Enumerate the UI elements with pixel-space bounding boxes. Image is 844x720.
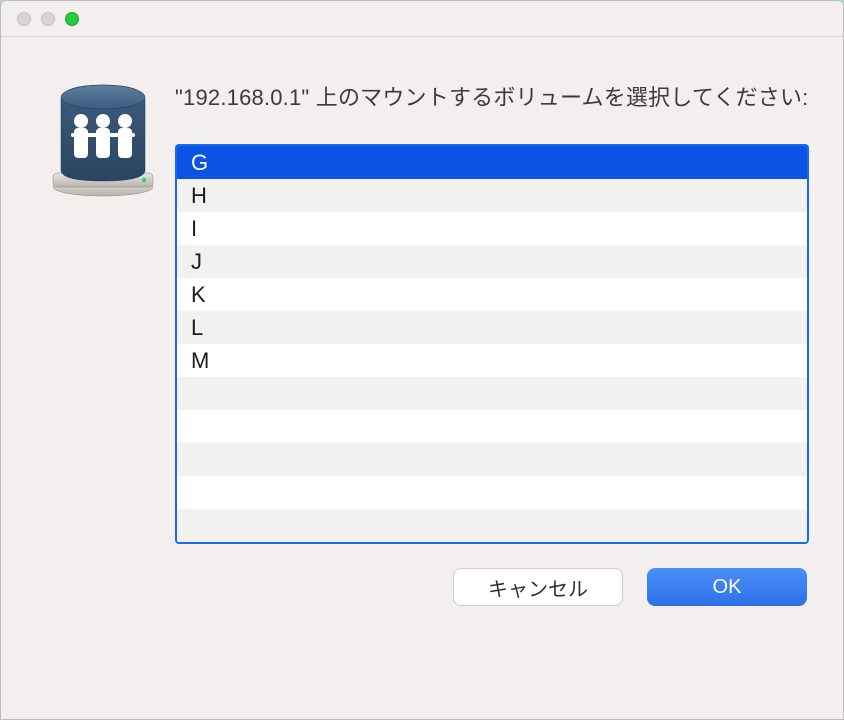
- titlebar: [1, 1, 843, 37]
- icon-column: [49, 81, 161, 606]
- cancel-button[interactable]: キャンセル: [453, 568, 623, 606]
- volume-row[interactable]: M: [177, 344, 807, 377]
- ok-button[interactable]: OK: [647, 568, 807, 606]
- volume-row[interactable]: L: [177, 311, 807, 344]
- volume-row[interactable]: I: [177, 212, 807, 245]
- empty-row: [177, 509, 807, 542]
- empty-row: [177, 443, 807, 476]
- minimize-button[interactable]: [41, 12, 55, 26]
- button-row: キャンセル OK: [175, 568, 809, 606]
- volume-row[interactable]: G: [177, 146, 807, 179]
- main-column: "192.168.0.1" 上のマウントするボリュームを選択してください: GH…: [161, 81, 809, 606]
- empty-row: [177, 410, 807, 443]
- empty-row: [177, 377, 807, 410]
- volume-row[interactable]: H: [177, 179, 807, 212]
- volume-row[interactable]: J: [177, 245, 807, 278]
- prompt-text: "192.168.0.1" 上のマウントするボリュームを選択してください:: [175, 81, 809, 114]
- volume-listbox[interactable]: GHIJKLM: [175, 144, 809, 544]
- volume-row[interactable]: K: [177, 278, 807, 311]
- empty-row: [177, 476, 807, 509]
- dialog-content: "192.168.0.1" 上のマウントするボリュームを選択してください: GH…: [1, 37, 843, 630]
- network-server-icon: [49, 81, 161, 199]
- maximize-button[interactable]: [65, 12, 79, 26]
- close-button[interactable]: [17, 12, 31, 26]
- dialog-window: "192.168.0.1" 上のマウントするボリュームを選択してください: GH…: [0, 0, 844, 720]
